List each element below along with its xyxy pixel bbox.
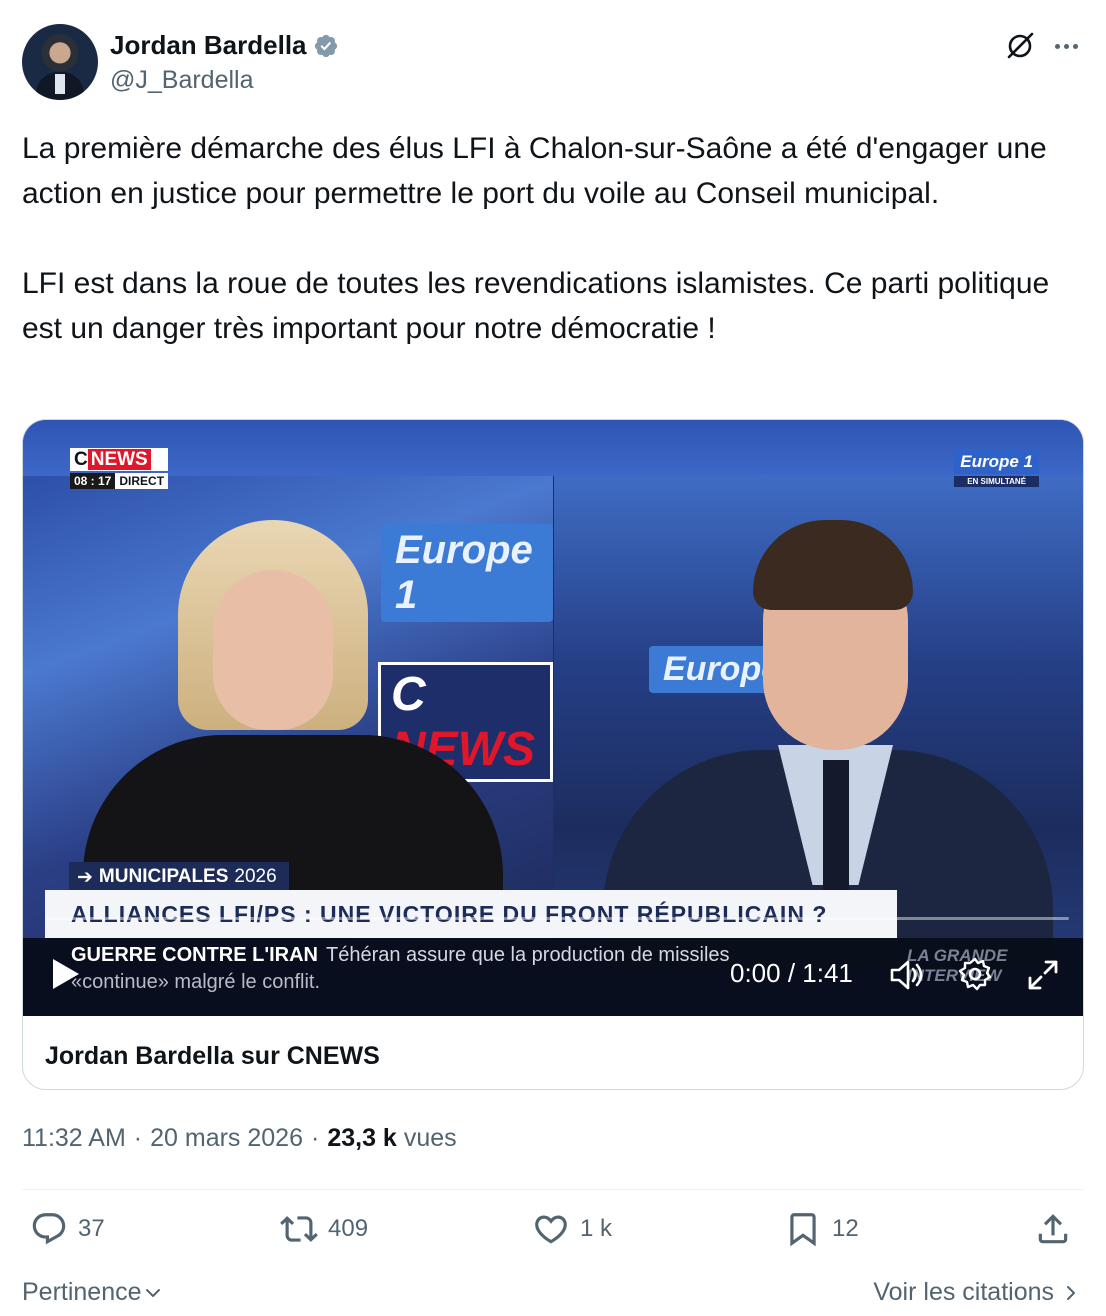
reply-button[interactable]: 37: [30, 1210, 105, 1248]
meta-separator: ·: [133, 1124, 143, 1152]
share-button[interactable]: [1034, 1210, 1072, 1248]
view-quotes-label: Voir les citations: [873, 1278, 1054, 1306]
view-quotes-link[interactable]: Voir les citations: [873, 1278, 1080, 1307]
views-count: 23,3 k: [327, 1124, 397, 1152]
sort-replies-dropdown[interactable]: Pertinence: [22, 1278, 162, 1307]
card-caption[interactable]: Jordan Bardella sur CNEWS: [45, 1042, 380, 1071]
cnews-logo-c: C: [74, 449, 88, 470]
europe1-logo-text: Europe 1: [954, 450, 1039, 474]
section-tag-label: MUNICIPALES: [98, 866, 229, 887]
action-bar: 37 409 1 k 12: [22, 1210, 1084, 1260]
tweet-time[interactable]: 11:32 AM: [22, 1124, 126, 1153]
section-tag-year: 2026: [234, 866, 277, 887]
ticker-line-1: GUERRE CONTRE L'IRAN Téhéran assure que l…: [71, 944, 730, 967]
tweet-paragraph-2: LFI est dans la roue de toutes les reven…: [22, 267, 1058, 345]
tweet-header: Jordan Bardella @J_Bardella: [22, 24, 1084, 104]
bookmark-button[interactable]: 12: [784, 1210, 859, 1248]
verified-badge-icon[interactable]: [313, 33, 339, 59]
headline-banner: ALLIANCES LFI/PS : UNE VICTOIRE DU FRONT…: [45, 890, 897, 938]
cnews-logo-news: NEWS: [87, 449, 151, 470]
bookmark-icon: [790, 1213, 816, 1247]
more-options-icon[interactable]: [1048, 30, 1084, 62]
heart-icon: [535, 1215, 567, 1244]
presenter-figure: [83, 520, 503, 935]
like-count: 1 k: [580, 1215, 613, 1242]
video-progress-bar[interactable]: [45, 917, 1069, 920]
ticker-text-1: Téhéran assure que la production de miss…: [325, 944, 730, 966]
author-handle[interactable]: @J_Bardella: [110, 66, 254, 95]
tweet-meta: 11:32 AM · 20 mars 2026 · 23,3 k vues: [22, 1124, 457, 1153]
ticker-text-2: «continue» malgré le conflit.: [71, 971, 321, 993]
reply-count: 37: [78, 1215, 105, 1242]
cnews-logo: C NEWS 08 : 17 DIRECT: [70, 448, 169, 489]
play-icon[interactable]: [49, 956, 83, 992]
grok-icon[interactable]: [1004, 30, 1036, 62]
author-name[interactable]: Jordan Bardella: [110, 30, 307, 61]
arrow-right-icon: ➔: [77, 866, 93, 888]
chevron-right-icon: [1067, 1285, 1075, 1300]
video-player[interactable]: Europe 1 C NEWS Europe 1 C NEWS 08 : 17 D…: [23, 420, 1083, 1016]
avatar-shirt: [55, 74, 65, 94]
repost-count: 409: [328, 1215, 369, 1242]
ticker-label: GUERRE CONTRE L'IRAN: [71, 944, 318, 966]
volume-muted-icon[interactable]: [889, 958, 925, 992]
headline-text: ALLIANCES LFI/PS : UNE VICTOIRE DU FRONT…: [71, 900, 828, 927]
section-tag: ➔ MUNICIPALES 2026: [69, 862, 289, 890]
repost-button[interactable]: 409: [280, 1210, 368, 1248]
europe1-logo-sub: EN SIMULTANÉ: [954, 476, 1039, 487]
tweet-text: La première démarche des élus LFI à Chal…: [22, 126, 1084, 351]
europe1-logo: Europe 1 EN SIMULTANÉ: [954, 450, 1039, 487]
avatar[interactable]: [22, 24, 98, 100]
tweet-paragraph-1: La première démarche des élus LFI à Chal…: [22, 132, 1056, 210]
settings-gear-icon[interactable]: [957, 956, 993, 992]
guest-figure: [583, 520, 1053, 970]
chevron-down-icon: [145, 1288, 160, 1297]
live-label: DIRECT: [115, 473, 169, 489]
views-label: vues: [403, 1124, 457, 1152]
video-card[interactable]: Europe 1 C NEWS Europe 1 C NEWS 08 : 17 D…: [22, 419, 1084, 1090]
like-button[interactable]: 1 k: [532, 1210, 612, 1248]
reply-icon: [32, 1213, 66, 1245]
tweet-date[interactable]: 20 mars 2026: [150, 1124, 303, 1153]
share-icon: [1038, 1214, 1068, 1244]
author-name-row: Jordan Bardella: [110, 30, 339, 61]
fullscreen-icon[interactable]: [1026, 958, 1060, 992]
bookmark-count: 12: [832, 1215, 859, 1242]
video-topbar: [23, 420, 1083, 476]
divider: [22, 1189, 1084, 1190]
sort-label: Pertinence: [22, 1278, 142, 1306]
broadcast-clock: 08 : 17: [70, 473, 116, 489]
meta-separator-2: ·: [310, 1124, 320, 1152]
repost-icon: [280, 1216, 318, 1242]
video-time: 0:00 / 1:41: [730, 958, 853, 988]
